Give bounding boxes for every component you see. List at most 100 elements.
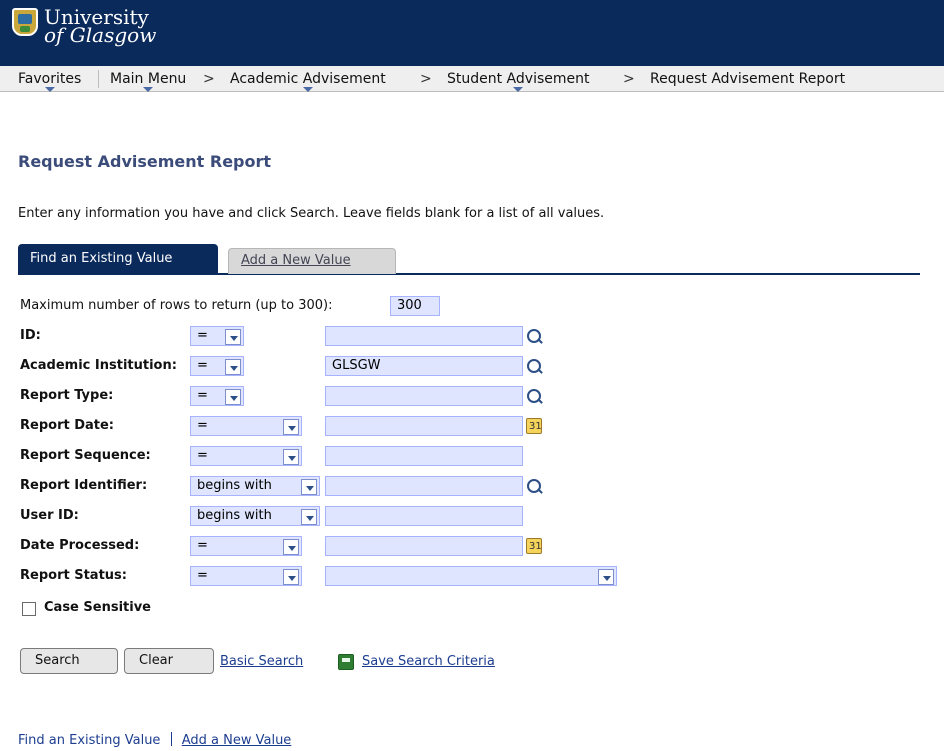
nav-divider xyxy=(98,70,99,88)
search-button[interactable]: Search xyxy=(20,648,118,674)
operator-value-report-sequence: = xyxy=(197,448,208,463)
criteria-row-report-sequence: Report Sequence: = xyxy=(20,446,580,466)
criteria-row-id: ID: = xyxy=(20,326,580,346)
operator-value-report-identifier: begins with xyxy=(197,478,272,493)
criteria-label-report-status: Report Status: xyxy=(20,568,127,583)
operator-value-report-status: = xyxy=(197,568,208,583)
tab-find-existing-label: Find an Existing Value xyxy=(30,251,173,266)
save-icon xyxy=(338,654,354,670)
instruction-text: Enter any information you have and click… xyxy=(18,206,605,221)
chevron-down-icon[interactable] xyxy=(301,479,317,495)
criteria-label-report-sequence: Report Sequence: xyxy=(20,448,151,463)
nav-academic-advisement-label: Academic Advisement xyxy=(230,71,386,87)
academic-institution-input[interactable]: GLSGW xyxy=(325,356,523,376)
chevron-down-icon[interactable] xyxy=(301,509,317,525)
university-wordmark: University of Glasgow xyxy=(44,7,157,47)
operator-select-report-status[interactable]: = xyxy=(190,566,302,586)
tab-find-existing[interactable]: Find an Existing Value xyxy=(18,244,218,274)
chevron-down-icon[interactable] xyxy=(283,539,299,555)
bottom-links: Find an Existing Value Add a New Value xyxy=(18,730,291,748)
clear-button-label: Clear xyxy=(139,653,173,668)
nav-main-menu[interactable]: Main Menu xyxy=(110,71,187,92)
chevron-down-icon[interactable] xyxy=(283,419,299,435)
criteria-row-report-status: Report Status: = xyxy=(20,566,620,586)
report-sequence-input[interactable] xyxy=(325,446,523,466)
criteria-label-user-id: User ID: xyxy=(20,508,79,523)
criteria-row-date-processed: Date Processed: = xyxy=(20,536,580,556)
operator-value-report-date: = xyxy=(197,418,208,433)
breadcrumb-separator: > xyxy=(420,71,432,87)
app-header: University of Glasgow xyxy=(0,0,944,66)
chevron-down-icon[interactable] xyxy=(225,389,241,405)
lookup-icon[interactable] xyxy=(525,328,541,344)
criteria-label-report-identifier: Report Identifier: xyxy=(20,478,148,493)
nav-request-advisement-report-label: Request Advisement Report xyxy=(650,71,846,87)
save-search-criteria-link[interactable]: Save Search Criteria xyxy=(362,654,495,669)
nav-request-advisement-report[interactable]: Request Advisement Report xyxy=(650,71,845,87)
operator-value-user-id: begins with xyxy=(197,508,272,523)
bottom-add-new-link[interactable]: Add a New Value xyxy=(182,733,292,748)
date-processed-input[interactable] xyxy=(325,536,523,556)
criteria-row-report-date: Report Date: = xyxy=(20,416,580,436)
max-rows-input[interactable]: 300 xyxy=(390,296,440,316)
chevron-down-icon[interactable] xyxy=(225,329,241,345)
report-type-input[interactable] xyxy=(325,386,523,406)
criteria-label-date-processed: Date Processed: xyxy=(20,538,140,553)
checkbox-box[interactable] xyxy=(22,602,36,616)
calendar-icon[interactable] xyxy=(526,418,542,434)
operator-select-report-type[interactable]: = xyxy=(190,386,244,406)
bottom-links-divider xyxy=(170,732,172,746)
operator-value-academic-institution: = xyxy=(197,358,208,373)
bottom-find-existing-link[interactable]: Find an Existing Value xyxy=(18,733,160,748)
nav-student-advisement[interactable]: Student Advisement xyxy=(447,71,590,92)
chevron-down-icon[interactable] xyxy=(225,359,241,375)
nav-student-advisement-label: Student Advisement xyxy=(447,71,590,87)
operator-select-report-date[interactable]: = xyxy=(190,416,302,436)
id-input[interactable] xyxy=(325,326,523,346)
operator-select-user-id[interactable]: begins with xyxy=(190,506,320,526)
tab-add-new[interactable]: Add a New Value xyxy=(228,248,396,274)
basic-search-link[interactable]: Basic Search xyxy=(220,654,303,669)
max-rows-label: Maximum number of rows to return (up to … xyxy=(20,298,333,313)
report-date-input[interactable] xyxy=(325,416,523,436)
report-status-select[interactable] xyxy=(325,566,617,586)
criteria-label-id: ID: xyxy=(20,328,41,343)
clear-button[interactable]: Clear xyxy=(124,648,214,674)
operator-select-report-identifier[interactable]: begins with xyxy=(190,476,320,496)
nav-academic-advisement[interactable]: Academic Advisement xyxy=(230,71,386,92)
breadcrumb-separator: > xyxy=(203,71,215,87)
breadcrumb-separator: > xyxy=(623,71,635,87)
wordmark-line2: of Glasgow xyxy=(44,23,157,47)
operator-select-report-sequence[interactable]: = xyxy=(190,446,302,466)
chevron-down-icon[interactable] xyxy=(598,569,614,585)
user-id-input[interactable] xyxy=(325,506,523,526)
search-button-label: Search xyxy=(35,653,80,668)
chevron-down-icon xyxy=(44,87,55,92)
operator-select-date-processed[interactable]: = xyxy=(190,536,302,556)
tab-add-new-label: Add a New Value xyxy=(241,253,351,268)
nav-favorites[interactable]: Favorites xyxy=(18,71,82,92)
search-tabs: Find an Existing Value Add a New Value xyxy=(18,244,920,276)
lookup-icon[interactable] xyxy=(525,478,541,494)
lookup-icon[interactable] xyxy=(525,388,541,404)
operator-value-id: = xyxy=(197,328,208,343)
calendar-icon[interactable] xyxy=(526,538,542,554)
chevron-down-icon xyxy=(143,87,154,92)
breadcrumb-navbar: Favorites Main Menu > Academic Advisemen… xyxy=(0,66,944,92)
operator-select-academic-institution[interactable]: = xyxy=(190,356,244,376)
report-identifier-input[interactable] xyxy=(325,476,523,496)
university-logo[interactable]: University of Glasgow xyxy=(12,7,157,47)
criteria-row-report-identifier: Report Identifier: begins with xyxy=(20,476,580,496)
chevron-down-icon[interactable] xyxy=(283,449,299,465)
chevron-down-icon xyxy=(513,87,524,92)
operator-value-date-processed: = xyxy=(197,538,208,553)
operator-value-report-type: = xyxy=(197,388,208,403)
chevron-down-icon[interactable] xyxy=(283,569,299,585)
lookup-icon[interactable] xyxy=(525,358,541,374)
nav-favorites-label: Favorites xyxy=(18,71,82,87)
criteria-label-report-date: Report Date: xyxy=(20,418,115,433)
page-title: Request Advisement Report xyxy=(18,152,272,171)
operator-select-id[interactable]: = xyxy=(190,326,244,346)
nav-main-menu-label: Main Menu xyxy=(110,71,187,87)
university-crest-icon xyxy=(12,8,38,36)
